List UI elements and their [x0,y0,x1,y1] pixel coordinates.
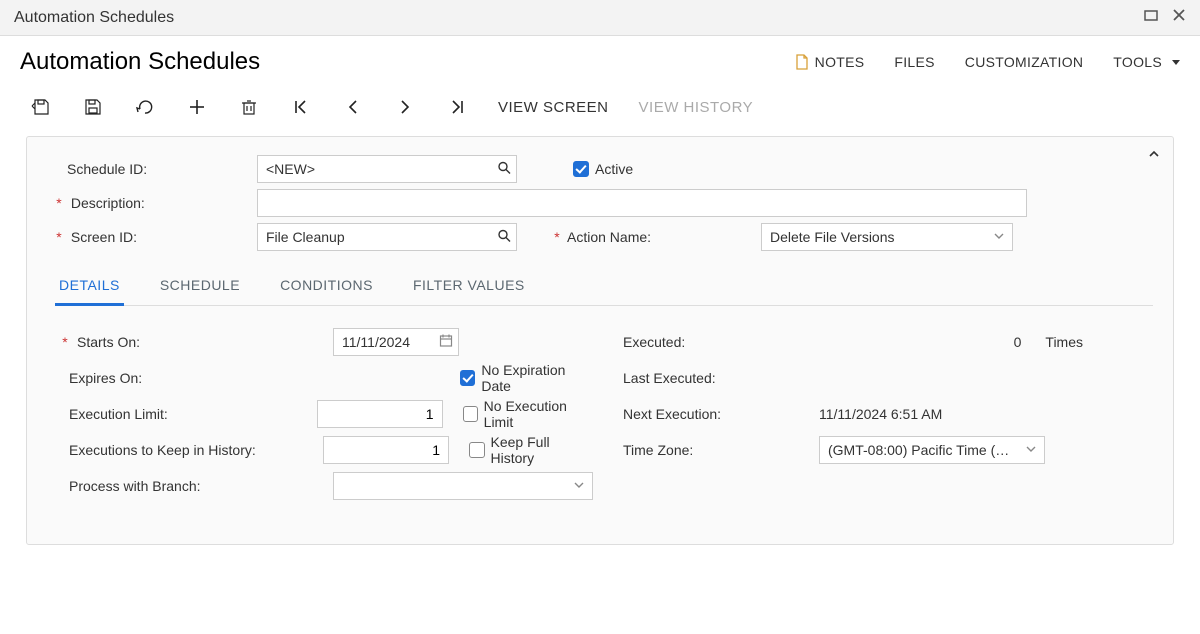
screen-id-label: Screen ID: [71,229,137,245]
execution-limit-label: Execution Limit: [69,406,168,422]
undo-button[interactable] [134,96,156,118]
notes-icon [795,54,809,70]
details-panel: * Starts On: Expires On: [47,324,1153,504]
tools-label: TOOLS [1113,54,1162,70]
notes-label: NOTES [815,54,865,70]
chevron-down-icon [1172,60,1180,65]
calendar-icon[interactable] [439,334,453,351]
last-button[interactable] [446,96,468,118]
view-history-button: VIEW HISTORY [639,99,754,116]
save-and-close-button[interactable] [30,96,52,118]
delete-button[interactable] [238,96,260,118]
schedule-id-input[interactable] [257,155,517,183]
process-with-branch-label: Process with Branch: [69,478,201,494]
view-screen-button[interactable]: VIEW SCREEN [498,99,609,116]
no-execution-limit-label: No Execution Limit [484,398,593,430]
tab-schedule[interactable]: SCHEDULE [158,269,242,305]
process-with-branch-select[interactable] [333,472,593,500]
customization-link[interactable]: CUSTOMIZATION [965,54,1084,70]
next-button[interactable] [394,96,416,118]
tabs: DETAILS SCHEDULE CONDITIONS FILTER VALUE… [57,269,1153,306]
window-title: Automation Schedules [14,9,174,27]
last-executed-label: Last Executed: [623,370,819,386]
page-title: Automation Schedules [20,48,260,76]
schedule-id-label: Schedule ID: [47,161,257,177]
time-zone-select[interactable] [819,436,1045,464]
files-label: FILES [894,54,934,70]
active-label: Active [595,161,633,177]
no-execution-limit-checkbox[interactable] [463,406,478,422]
time-zone-label: Time Zone: [623,442,819,458]
tab-conditions[interactable]: CONDITIONS [278,269,375,305]
next-execution-value: 11/11/2024 6:51 AM [819,406,942,422]
window-title-bar: Automation Schedules [0,0,1200,36]
window-controls [1144,8,1186,27]
no-expiration-checkbox[interactable] [460,370,475,386]
no-expiration-label: No Expiration Date [481,362,593,394]
form-panel: Schedule ID: Active * Description: * [26,136,1174,545]
page-header: Automation Schedules NOTES FILES CUSTOMI… [20,48,1180,76]
executed-label: Executed: [623,334,819,350]
tab-details[interactable]: DETAILS [57,269,122,305]
times-label: Times [1045,334,1083,350]
keep-full-history-checkbox[interactable] [469,442,484,458]
action-name-select[interactable] [761,223,1013,251]
executions-to-keep-input[interactable] [323,436,449,464]
executed-value: 0 [947,334,1037,350]
save-button[interactable] [82,96,104,118]
expires-on-label: Expires On: [69,370,142,386]
toolbar: VIEW SCREEN VIEW HISTORY [20,86,1180,136]
executions-to-keep-label: Executions to Keep in History: [69,442,256,458]
description-label: Description: [71,195,145,211]
description-input[interactable] [257,189,1027,217]
screen-id-input[interactable] [257,223,517,251]
prev-button[interactable] [342,96,364,118]
notes-link[interactable]: NOTES [795,54,865,70]
page-content: Automation Schedules NOTES FILES CUSTOMI… [0,36,1200,557]
window-restore-icon[interactable] [1144,8,1160,27]
tools-link[interactable]: TOOLS [1113,54,1180,70]
add-button[interactable] [186,96,208,118]
tab-filter-values[interactable]: FILTER VALUES [411,269,527,305]
execution-limit-input[interactable] [317,400,443,428]
header-links: NOTES FILES CUSTOMIZATION TOOLS [795,54,1180,70]
starts-on-label: Starts On: [77,334,140,350]
collapse-icon[interactable] [1147,147,1161,164]
window-close-icon[interactable] [1172,8,1186,27]
files-link[interactable]: FILES [894,54,934,70]
first-button[interactable] [290,96,312,118]
next-execution-label: Next Execution: [623,406,819,422]
action-name-label: Action Name: [567,229,761,245]
keep-full-history-label: Keep Full History [491,434,593,466]
customization-label: CUSTOMIZATION [965,54,1084,70]
active-checkbox[interactable] [573,161,589,177]
